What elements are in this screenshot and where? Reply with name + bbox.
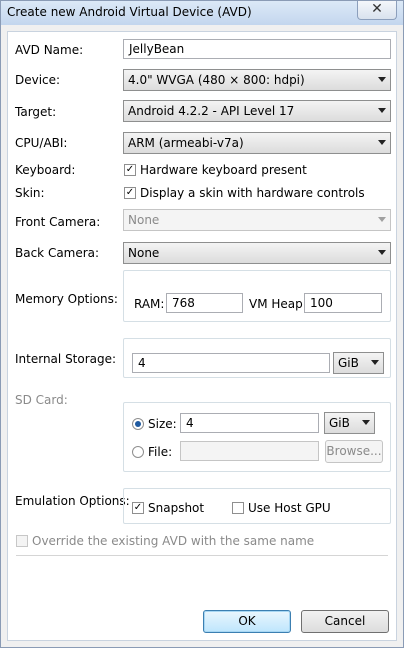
chevron-down-icon xyxy=(378,217,386,222)
avd-name-label: AVD Name: xyxy=(15,43,84,57)
sd-card-size-input[interactable]: 4 xyxy=(180,413,319,433)
window-title: Create new Android Virtual Device (AVD) xyxy=(7,5,252,19)
back-camera-select-value: None xyxy=(128,246,160,260)
back-camera-label: Back Camera: xyxy=(15,246,100,260)
chevron-down-icon xyxy=(378,250,386,255)
ok-button[interactable]: OK xyxy=(203,610,291,633)
radio-selected-dot xyxy=(135,421,141,427)
override-avd-label: Override the existing AVD with the same … xyxy=(32,534,315,548)
device-select-value: 4.0" WVGA (480 × 800: hdpi) xyxy=(128,73,305,87)
sd-card-label: SD Card: xyxy=(15,393,68,407)
cpu-abi-select[interactable]: ARM (armeabi-v7a) xyxy=(123,132,391,154)
hardware-keyboard-label: Hardware keyboard present xyxy=(140,163,307,177)
sd-card-size-unit-select[interactable]: GiB xyxy=(324,412,375,434)
memory-options-label: Memory Options: xyxy=(15,292,118,306)
use-host-gpu-checkbox[interactable] xyxy=(232,502,244,514)
internal-storage-unit-value: GiB xyxy=(338,356,359,370)
chevron-down-icon xyxy=(362,420,370,425)
cpu-abi-select-value: ARM (armeabi-v7a) xyxy=(128,136,244,150)
front-camera-select[interactable]: None xyxy=(123,209,391,231)
keyboard-label: Keyboard: xyxy=(15,163,76,177)
cpu-abi-label: CPU/ABI: xyxy=(15,136,68,150)
internal-storage-input[interactable]: 4 xyxy=(132,353,330,373)
target-select[interactable]: Android 4.2.2 - API Level 17 xyxy=(123,100,391,122)
override-avd-checkbox[interactable] xyxy=(16,535,28,547)
ram-input[interactable]: 768 xyxy=(166,293,243,313)
device-label: Device: xyxy=(15,73,61,87)
chevron-down-icon xyxy=(378,108,386,113)
separator xyxy=(16,555,388,556)
hardware-keyboard-checkbox[interactable]: ✓ xyxy=(124,164,136,176)
avd-name-input[interactable]: JellyBean xyxy=(123,39,391,59)
target-select-value: Android 4.2.2 - API Level 17 xyxy=(128,104,295,118)
chevron-down-icon xyxy=(378,77,386,82)
front-camera-select-value: None xyxy=(128,213,160,227)
front-camera-label: Front Camera: xyxy=(15,215,101,229)
vm-heap-input[interactable]: 100 xyxy=(304,293,382,313)
ram-label: RAM: xyxy=(134,297,165,311)
skin-checkbox[interactable]: ✓ xyxy=(124,187,136,199)
avd-dialog-window: Create new Android Virtual Device (AVD) … xyxy=(0,0,404,648)
snapshot-checkbox[interactable]: ✓ xyxy=(132,502,144,514)
dialog-body: AVD Name: JellyBean Device: 4.0" WVGA (4… xyxy=(7,31,397,641)
skin-checkbox-label: Display a skin with hardware controls xyxy=(140,186,365,200)
skin-label: Skin: xyxy=(15,186,45,200)
close-icon: ✕ xyxy=(371,1,383,17)
title-bar: Create new Android Virtual Device (AVD) … xyxy=(1,1,403,25)
sd-card-file-radio[interactable] xyxy=(132,446,144,458)
vm-heap-label: VM Heap: xyxy=(249,297,307,311)
chevron-down-icon xyxy=(378,140,386,145)
sd-card-size-label: Size: xyxy=(148,417,177,431)
device-select[interactable]: 4.0" WVGA (480 × 800: hdpi) xyxy=(123,69,391,91)
back-camera-select[interactable]: None xyxy=(123,242,391,264)
sd-card-file-input[interactable] xyxy=(180,441,319,461)
target-label: Target: xyxy=(15,105,57,119)
close-button[interactable]: ✕ xyxy=(357,1,397,20)
internal-storage-unit-select[interactable]: GiB xyxy=(333,352,384,374)
snapshot-label: Snapshot xyxy=(148,501,205,515)
use-host-gpu-label: Use Host GPU xyxy=(248,501,331,515)
emulation-options-label: Emulation Options: xyxy=(15,494,130,508)
internal-storage-label: Internal Storage: xyxy=(15,352,117,366)
sd-card-size-unit-value: GiB xyxy=(329,416,350,430)
sd-card-size-radio[interactable] xyxy=(132,418,144,430)
sd-card-file-label: File: xyxy=(148,445,173,459)
chevron-down-icon xyxy=(371,360,379,365)
browse-button[interactable]: Browse... xyxy=(325,440,383,463)
cancel-button[interactable]: Cancel xyxy=(301,610,389,633)
